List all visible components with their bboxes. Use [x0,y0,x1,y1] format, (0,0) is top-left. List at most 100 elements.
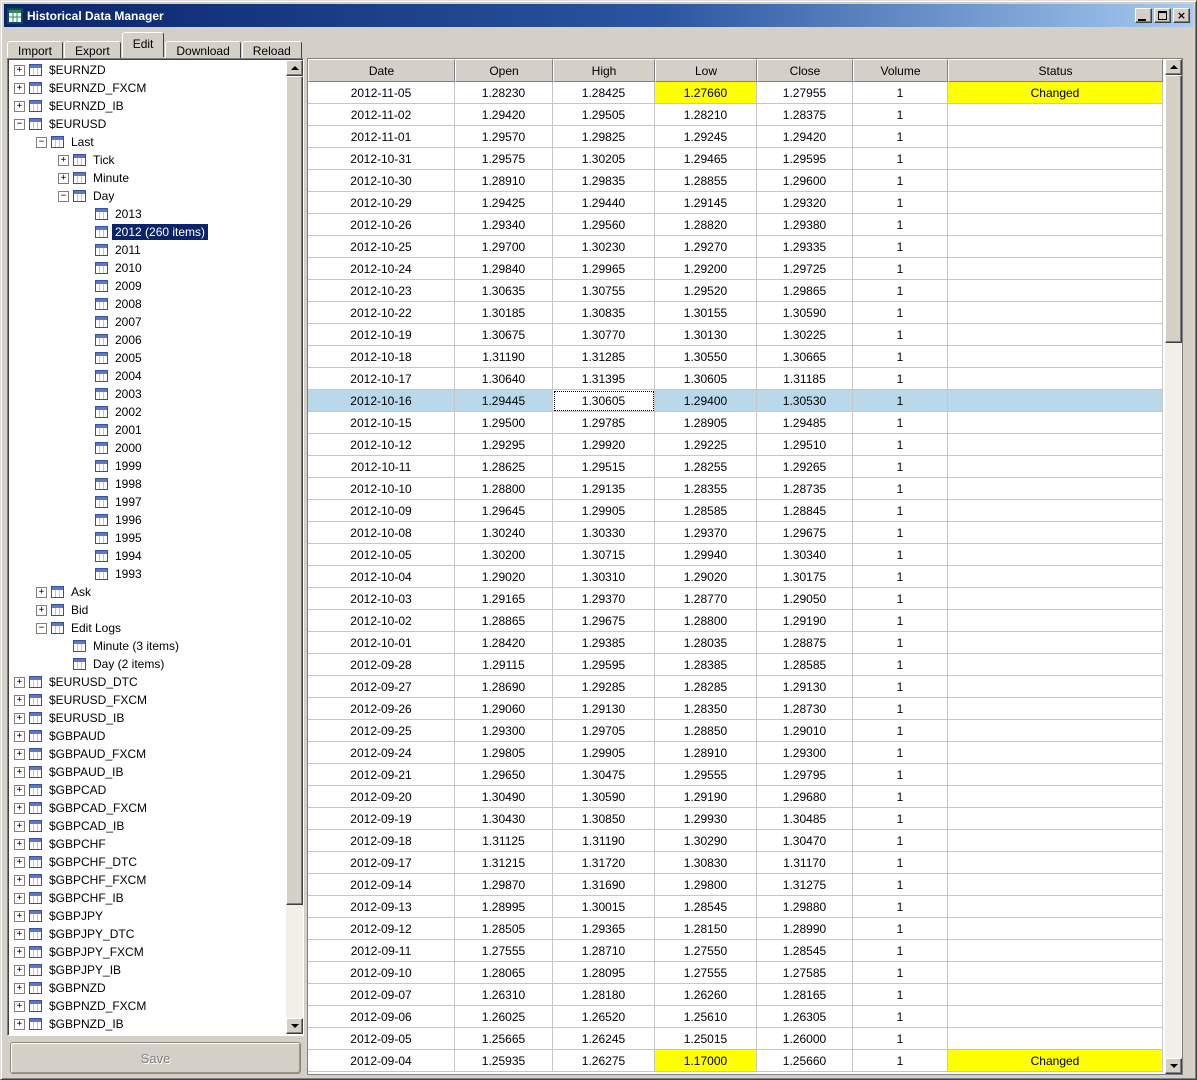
cell-status[interactable] [948,544,1163,566]
cell-status[interactable] [948,280,1163,302]
cell-close[interactable]: 1.29485 [757,412,853,434]
cell-high[interactable]: 1.29705 [553,720,655,742]
cell-date[interactable]: 2012-10-30 [308,170,455,192]
tree-item-gbpnzd-ib[interactable]: + $GBPNZD_IB [10,1015,284,1033]
cell-date[interactable]: 2012-10-17 [308,368,455,390]
cell-status[interactable] [948,852,1163,874]
cell-high[interactable]: 1.31285 [553,346,655,368]
cell-open[interactable]: 1.28690 [455,676,553,698]
maximize-button[interactable] [1154,8,1171,23]
cell-low[interactable]: 1.30290 [655,830,757,852]
cell-date[interactable]: 2012-10-23 [308,280,455,302]
tree-item-1994[interactable]: 1994 [10,547,284,565]
cell-high[interactable]: 1.29440 [553,192,655,214]
cell-date[interactable]: 2012-09-20 [308,786,455,808]
cell-close[interactable]: 1.29010 [757,720,853,742]
cell-open[interactable]: 1.29060 [455,698,553,720]
cell-date[interactable]: 2012-11-01 [308,126,455,148]
cell-low[interactable]: 1.25015 [655,1028,757,1050]
table-row[interactable]: 2012-09-28 1.29115 1.29595 1.28385 1.28585 1 [308,654,1163,676]
cell-volume[interactable]: 1 [853,500,948,522]
cell-high[interactable]: 1.30330 [553,522,655,544]
table-row[interactable]: 2012-09-05 1.25665 1.26245 1.25015 1.26000 1 [308,1028,1163,1050]
cell-volume[interactable]: 1 [853,808,948,830]
table-row[interactable]: 2012-09-06 1.26025 1.26520 1.25610 1.26305 1 [308,1006,1163,1028]
cell-status[interactable] [948,258,1163,280]
cell-status[interactable] [948,522,1163,544]
cell-status[interactable] [948,368,1163,390]
cell-high[interactable]: 1.31395 [553,368,655,390]
cell-low[interactable]: 1.29020 [655,566,757,588]
tree-item-tick[interactable]: + Tick [10,151,284,169]
collapse-minus-icon[interactable]: − [14,118,25,130]
tree-item-gbpcad-ib[interactable]: + $GBPCAD_IB [10,817,284,835]
tree-item-last[interactable]: − Last [10,133,284,151]
cell-close[interactable]: 1.29680 [757,786,853,808]
cell-high[interactable]: 1.30715 [553,544,655,566]
cell-open[interactable]: 1.27555 [455,940,553,962]
cell-close[interactable]: 1.29130 [757,676,853,698]
cell-close[interactable]: 1.25660 [757,1050,853,1072]
expand-plus-icon[interactable]: + [14,712,25,724]
table-scroll-up-button[interactable] [1165,59,1182,75]
table-row[interactable]: 2012-10-09 1.29645 1.29905 1.28585 1.28845 1 [308,500,1163,522]
tree-item-eurusd[interactable]: − $EURUSD [10,115,284,133]
cell-date[interactable]: 2012-10-09 [308,500,455,522]
cell-volume[interactable]: 1 [853,192,948,214]
cell-high[interactable]: 1.30755 [553,280,655,302]
cell-low[interactable]: 1.28285 [655,676,757,698]
cell-open[interactable]: 1.30185 [455,302,553,324]
table-row[interactable]: 2012-10-08 1.30240 1.30330 1.29370 1.29675 1 [308,522,1163,544]
cell-high[interactable]: 1.29135 [553,478,655,500]
cell-status[interactable]: Changed [948,1050,1163,1072]
cell-volume[interactable]: 1 [853,126,948,148]
cell-volume[interactable]: 1 [853,368,948,390]
cell-date[interactable]: 2012-09-25 [308,720,455,742]
cell-close[interactable]: 1.29300 [757,742,853,764]
cell-open[interactable]: 1.28065 [455,962,553,984]
table-scroll-track[interactable] [1165,75,1182,1058]
table-row[interactable]: 2012-09-19 1.30430 1.30850 1.29930 1.30485 1 [308,808,1163,830]
cell-open[interactable]: 1.29420 [455,104,553,126]
expand-plus-icon[interactable]: + [36,586,47,598]
cell-status[interactable] [948,896,1163,918]
cell-close[interactable]: 1.29510 [757,434,853,456]
table-row[interactable]: 2012-10-24 1.29840 1.29965 1.29200 1.29725 1 [308,258,1163,280]
cell-high[interactable]: 1.30850 [553,808,655,830]
cell-close[interactable]: 1.26000 [757,1028,853,1050]
cell-volume[interactable]: 1 [853,302,948,324]
column-header-volume[interactable]: Volume [853,59,948,82]
cell-status[interactable] [948,962,1163,984]
tree-item-day-2-items[interactable]: Day (2 items) [10,655,284,673]
cell-high[interactable]: 1.30475 [553,764,655,786]
cell-date[interactable]: 2012-10-19 [308,324,455,346]
cell-high[interactable]: 1.28425 [553,82,655,104]
cell-open[interactable]: 1.29340 [455,214,553,236]
expand-plus-icon[interactable]: + [14,676,25,688]
cell-open[interactable]: 1.28505 [455,918,553,940]
cell-status[interactable] [948,874,1163,896]
cell-high[interactable]: 1.29505 [553,104,655,126]
cell-open[interactable]: 1.25935 [455,1050,553,1072]
table-scrollbar[interactable] [1165,59,1182,1074]
table-row[interactable]: 2012-10-01 1.28420 1.29385 1.28035 1.28875 1 [308,632,1163,654]
cell-status[interactable] [948,390,1163,412]
cell-low[interactable]: 1.28910 [655,742,757,764]
cell-date[interactable]: 2012-09-27 [308,676,455,698]
cell-status[interactable] [948,434,1163,456]
cell-open[interactable]: 1.29300 [455,720,553,742]
table-row[interactable]: 2012-09-13 1.28995 1.30015 1.28545 1.29880 1 [308,896,1163,918]
cell-date[interactable]: 2012-10-25 [308,236,455,258]
cell-high[interactable]: 1.30230 [553,236,655,258]
tree-item-eurnzd-ib[interactable]: + $EURNZD_IB [10,97,284,115]
cell-volume[interactable]: 1 [853,940,948,962]
cell-low[interactable]: 1.27550 [655,940,757,962]
cell-volume[interactable]: 1 [853,918,948,940]
cell-low[interactable]: 1.30605 [655,368,757,390]
cell-close[interactable]: 1.30485 [757,808,853,830]
tree-item-eurnzd-fxcm[interactable]: + $EURNZD_FXCM [10,79,284,97]
cell-status[interactable] [948,940,1163,962]
cell-status[interactable] [948,984,1163,1006]
cell-volume[interactable]: 1 [853,456,948,478]
table-row[interactable]: 2012-10-18 1.31190 1.31285 1.30550 1.30665 1 [308,346,1163,368]
